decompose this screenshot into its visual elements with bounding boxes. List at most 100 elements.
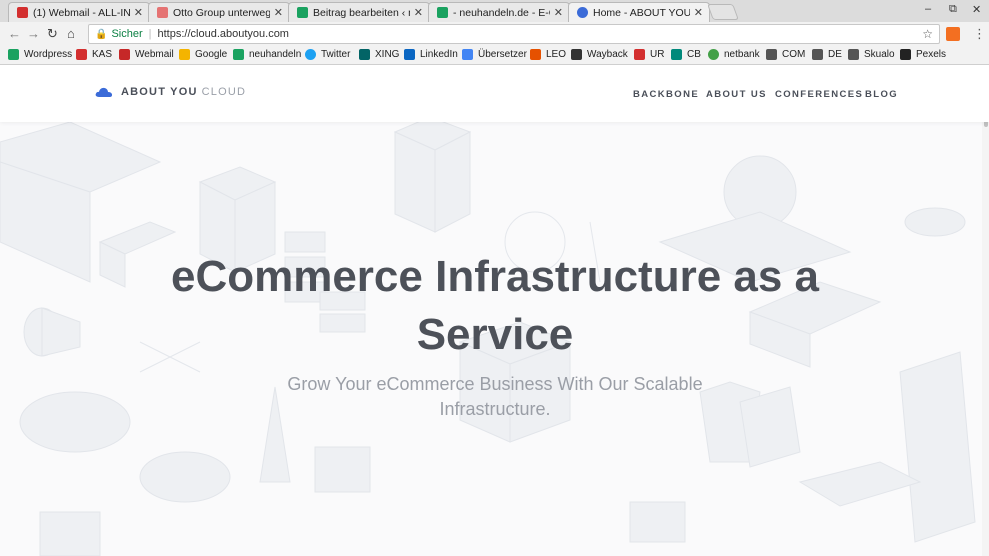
folder-icon <box>766 49 777 60</box>
cloud-logo-icon <box>95 87 113 97</box>
hero-title: eCommerce Infrastructure as a Service <box>170 252 820 359</box>
bookmark-label: Wordpress <box>24 49 73 60</box>
site-logo[interactable]: ABOUT YOU CLOUD <box>95 86 246 98</box>
address-bar[interactable]: 🔒 Sicher | https://cloud.aboutyou.com ☆ <box>88 24 940 44</box>
leo-icon <box>530 49 541 60</box>
cloud-favicon-icon <box>577 7 588 18</box>
home-icon[interactable]: ⌂ <box>67 26 75 41</box>
reload-icon[interactable]: ↻ <box>47 26 58 42</box>
forward-arrow-icon[interactable]: → <box>27 26 40 41</box>
back-arrow-icon[interactable]: ← <box>8 26 21 41</box>
bookmark-label: Webmail <box>135 49 174 60</box>
twitter-icon <box>305 49 316 60</box>
site-header: ABOUT YOU CLOUD BACKBONE ABOUT US CONFER… <box>0 66 989 122</box>
bookmark-google[interactable]: Google <box>179 49 227 60</box>
bookmark-label: netbank <box>724 49 760 60</box>
tab-title: Home - ABOUT YOU CLO <box>593 6 690 19</box>
bookmark-star-icon[interactable]: ☆ <box>922 27 933 41</box>
close-tab-icon[interactable]: ✕ <box>134 6 143 19</box>
tab-title: - neuhandeln.de - E-Com <box>453 6 550 19</box>
bookmark-neuhandeln[interactable]: neuhandeln <box>233 49 301 60</box>
bookmark-kas[interactable]: KAS <box>76 49 112 60</box>
folder-icon <box>848 49 859 60</box>
bookmark-folder-de[interactable]: DE <box>812 49 842 60</box>
divider: | <box>148 28 152 40</box>
bookmark-label: COM <box>782 49 806 60</box>
close-tab-icon[interactable]: ✕ <box>274 6 283 19</box>
bookmark-cb[interactable]: CB <box>671 49 701 60</box>
linkedin-icon <box>404 49 415 60</box>
bookmark-label: CB <box>687 49 701 60</box>
bookmark-linkedin[interactable]: LinkedIn <box>404 49 458 60</box>
bookmark-label: neuhandeln <box>249 49 302 60</box>
bookmark-label: XING <box>375 49 400 60</box>
translate-icon <box>462 49 473 60</box>
neuhandeln-favicon-icon <box>297 7 308 18</box>
close-tab-icon[interactable]: ✕ <box>694 6 703 19</box>
nav-link-blog[interactable]: BLOG <box>865 89 898 100</box>
bookmark-label: Twitter <box>321 49 351 60</box>
bookmark-label: Übersetzer <box>478 49 527 60</box>
bookmark-wayback[interactable]: Wayback <box>571 49 628 60</box>
url-text[interactable]: https://cloud.aboutyou.com <box>158 28 289 40</box>
close-tab-icon[interactable]: ✕ <box>414 6 423 19</box>
neuhandeln-favicon-icon <box>437 7 448 18</box>
otto-favicon-icon <box>157 7 168 18</box>
bookmark-uebersetzer[interactable]: Übersetzer <box>462 49 527 60</box>
kas-icon <box>76 49 87 60</box>
folder-icon <box>812 49 823 60</box>
neuhandeln-icon <box>233 49 244 60</box>
bookmark-leo[interactable]: LEO <box>530 49 566 60</box>
bookmark-label: Skualo <box>864 49 895 60</box>
bookmark-wordpress[interactable]: Wordpress <box>8 49 72 60</box>
nav-link-backbone[interactable]: BACKBONE <box>633 89 699 100</box>
bookmarks-bar: Wordpress KAS Webmail Google neuhandeln … <box>0 46 989 65</box>
new-tab-button[interactable] <box>707 4 739 20</box>
tab-strip: (1) Webmail - ALL-INKL ✕ Otto Group unte… <box>0 0 989 22</box>
bookmark-label: LEO <box>546 49 567 60</box>
bookmark-webmail[interactable]: Webmail <box>119 49 174 60</box>
extension-icon[interactable] <box>946 27 960 41</box>
nav-link-about-us[interactable]: ABOUT US <box>706 89 767 100</box>
bookmark-netbank[interactable]: netbank <box>708 49 760 60</box>
window-close-icon[interactable]: ✕ <box>972 3 981 16</box>
page-content: ABOUT YOU CLOUD BACKBONE ABOUT US CONFER… <box>0 66 989 556</box>
bookmark-folder-skualo[interactable]: Skualo <box>848 49 895 60</box>
browser-tab-otto[interactable]: Otto Group unterwegs: V ✕ <box>148 2 290 22</box>
chart-icon <box>634 49 645 60</box>
bookmark-label: Wayback <box>587 49 628 60</box>
tab-title: (1) Webmail - ALL-INKL <box>33 6 130 19</box>
bookmark-pexels[interactable]: Pexels <box>900 49 946 60</box>
browser-tab-beitrag[interactable]: Beitrag bearbeiten ‹ neu ✕ <box>288 2 430 22</box>
bookmark-twitter[interactable]: Twitter <box>305 49 350 60</box>
bookmark-label: LinkedIn <box>420 49 458 60</box>
netbank-icon <box>708 49 719 60</box>
browser-tab-aboutyou[interactable]: Home - ABOUT YOU CLO ✕ <box>568 2 710 22</box>
nav-link-conferences[interactable]: CONFERENCES <box>775 89 863 100</box>
minimize-icon[interactable]: – <box>925 3 931 15</box>
logo-strong-text: ABOUT YOU <box>121 86 198 98</box>
browser-menu-icon[interactable]: ⋮ <box>973 26 986 42</box>
bookmark-label: DE <box>828 49 842 60</box>
bookmark-label: Google <box>195 49 228 60</box>
xing-icon <box>359 49 370 60</box>
webmail-favicon-icon <box>17 7 28 18</box>
pexels-icon <box>900 49 911 60</box>
bookmark-folder-com[interactable]: COM <box>766 49 805 60</box>
google-analytics-icon <box>179 49 190 60</box>
secure-label: Sicher <box>111 28 143 40</box>
bookmark-label: UR <box>650 49 665 60</box>
bookmark-ur[interactable]: UR <box>634 49 664 60</box>
browser-tab-webmail[interactable]: (1) Webmail - ALL-INKL ✕ <box>8 2 150 22</box>
neuhandeln-icon <box>8 49 19 60</box>
close-tab-icon[interactable]: ✕ <box>554 6 563 19</box>
bookmark-xing[interactable]: XING <box>359 49 399 60</box>
logo-light-text: CLOUD <box>201 86 247 98</box>
browser-tab-neuhandeln[interactable]: - neuhandeln.de - E-Com ✕ <box>428 2 570 22</box>
bookmark-label: Pexels <box>916 49 947 60</box>
hero-subtitle: Grow Your eCommerce Business With Our Sc… <box>287 374 703 419</box>
bookmark-label: KAS <box>92 49 113 60</box>
page-scrollbar[interactable] <box>982 66 989 556</box>
maximize-icon[interactable]: ⧉ <box>949 3 957 16</box>
browser-toolbar: ← → ↻ ⌂ 🔒 Sicher | https://cloud.aboutyo… <box>0 22 989 46</box>
